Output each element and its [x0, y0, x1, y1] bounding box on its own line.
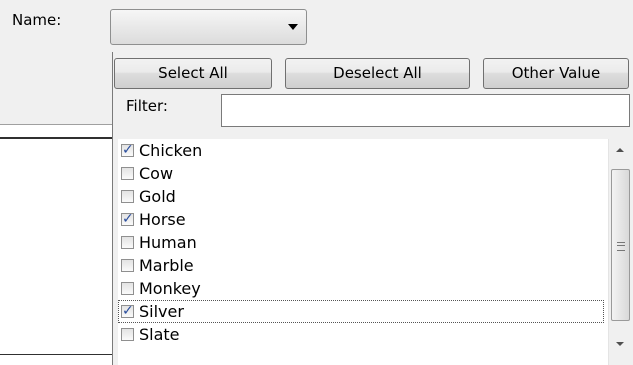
- checkbox[interactable]: [121, 167, 134, 180]
- list-scrollbar[interactable]: [608, 139, 633, 365]
- list-item[interactable]: Horse: [118, 208, 608, 231]
- list-item[interactable]: Monkey: [118, 277, 608, 300]
- deselect-all-button[interactable]: Deselect All: [285, 58, 470, 89]
- checkbox[interactable]: [121, 300, 134, 323]
- checkbox[interactable]: [121, 236, 134, 249]
- list-item-label: Chicken: [139, 141, 203, 160]
- divider-line-bottom: [0, 354, 112, 355]
- filter-input[interactable]: [221, 94, 630, 127]
- list-item[interactable]: Silver: [118, 300, 604, 323]
- scroll-down-arrow-icon[interactable]: [616, 342, 624, 346]
- list-item-label: Slate: [139, 325, 180, 344]
- checkbox[interactable]: [121, 282, 134, 295]
- checkbox[interactable]: [121, 190, 134, 203]
- scrollbar-thumb[interactable]: [611, 169, 630, 321]
- checkbox[interactable]: [121, 259, 134, 272]
- scroll-up-arrow-icon[interactable]: [616, 148, 624, 152]
- checkbox[interactable]: [121, 208, 134, 231]
- list-item-label: Marble: [139, 256, 194, 275]
- list-item[interactable]: Cow: [118, 162, 608, 185]
- list-item-label: Gold: [139, 187, 176, 206]
- list-item[interactable]: Gold: [118, 185, 608, 208]
- list-item[interactable]: Human: [118, 231, 608, 254]
- other-value-button[interactable]: Other Value: [483, 58, 629, 89]
- list-item-label: Cow: [139, 164, 174, 183]
- filter-label: Filter:: [126, 97, 168, 115]
- checkbox[interactable]: [121, 328, 134, 341]
- list-item-label: Silver: [139, 302, 184, 321]
- chevron-down-icon[interactable]: [288, 24, 298, 30]
- divider-line: [0, 137, 112, 139]
- list-item-label: Monkey: [139, 279, 201, 298]
- grip-icon: [617, 242, 625, 251]
- value-list[interactable]: Chicken Cow Gold Horse Human Marble Monkey Silv…: [118, 139, 608, 365]
- list-item[interactable]: Chicken: [118, 139, 608, 162]
- select-all-button[interactable]: Select All: [114, 58, 272, 89]
- list-item[interactable]: Slate: [118, 323, 608, 346]
- list-item[interactable]: Marble: [118, 254, 608, 277]
- list-item-label: Human: [139, 233, 197, 252]
- name-label: Name:: [12, 11, 62, 29]
- checkbox[interactable]: [121, 139, 134, 162]
- name-combobox[interactable]: [110, 9, 307, 45]
- list-item-label: Horse: [139, 210, 186, 229]
